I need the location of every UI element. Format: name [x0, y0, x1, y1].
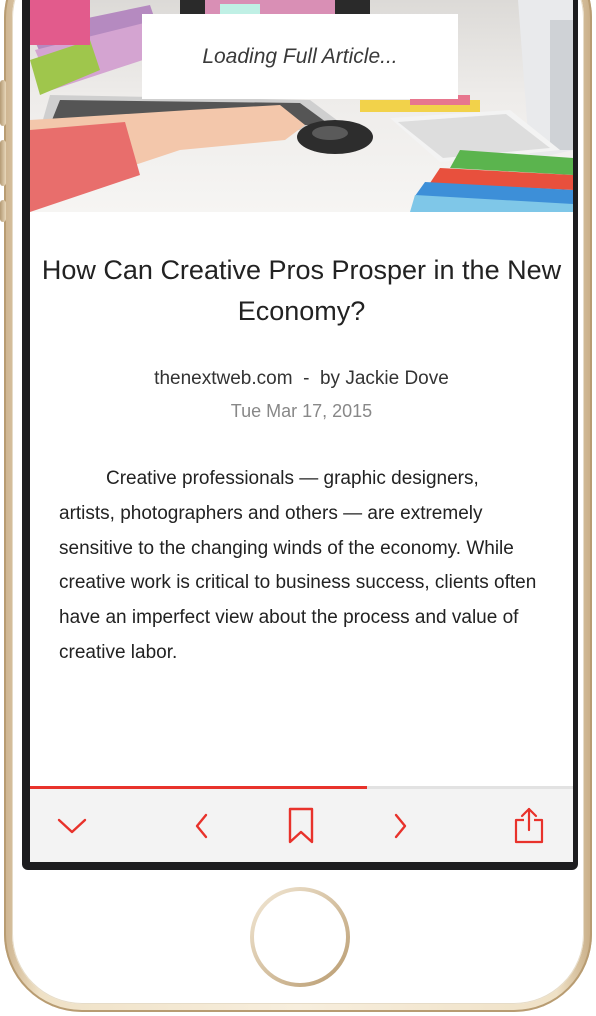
mute-switch [0, 200, 6, 222]
article-source-author[interactable]: thenextweb.com - by Jackie Dove [30, 368, 573, 390]
previous-article-button[interactable] [182, 806, 222, 846]
share-button[interactable] [509, 806, 549, 846]
chevron-down-icon [57, 818, 87, 834]
volume-up-button [0, 80, 6, 126]
bottom-toolbar [30, 786, 573, 862]
article-body: Creative professionals — graphic designe… [59, 468, 537, 663]
collapse-button[interactable] [52, 806, 92, 846]
bookmark-icon [288, 807, 314, 844]
article-hero-image: Loading Full Article... [30, 0, 573, 212]
bookmark-button[interactable] [281, 806, 321, 846]
home-button-face [254, 891, 346, 983]
article-title: How Can Creative Pros Prosper in the New… [41, 255, 562, 326]
reading-progress-fill [30, 786, 367, 789]
chevron-left-icon [195, 813, 208, 839]
article-date: Tue Mar 17, 2015 [230, 401, 373, 421]
loading-banner: Loading Full Article... [142, 14, 458, 99]
chevron-right-icon [394, 813, 407, 839]
share-icon [514, 807, 544, 844]
volume-down-button [0, 140, 6, 186]
next-article-button[interactable] [380, 806, 420, 846]
home-button[interactable] [250, 887, 350, 987]
app-screen: Loading Full Article... How Can Creative… [30, 0, 573, 862]
reading-progress-track [30, 786, 573, 789]
